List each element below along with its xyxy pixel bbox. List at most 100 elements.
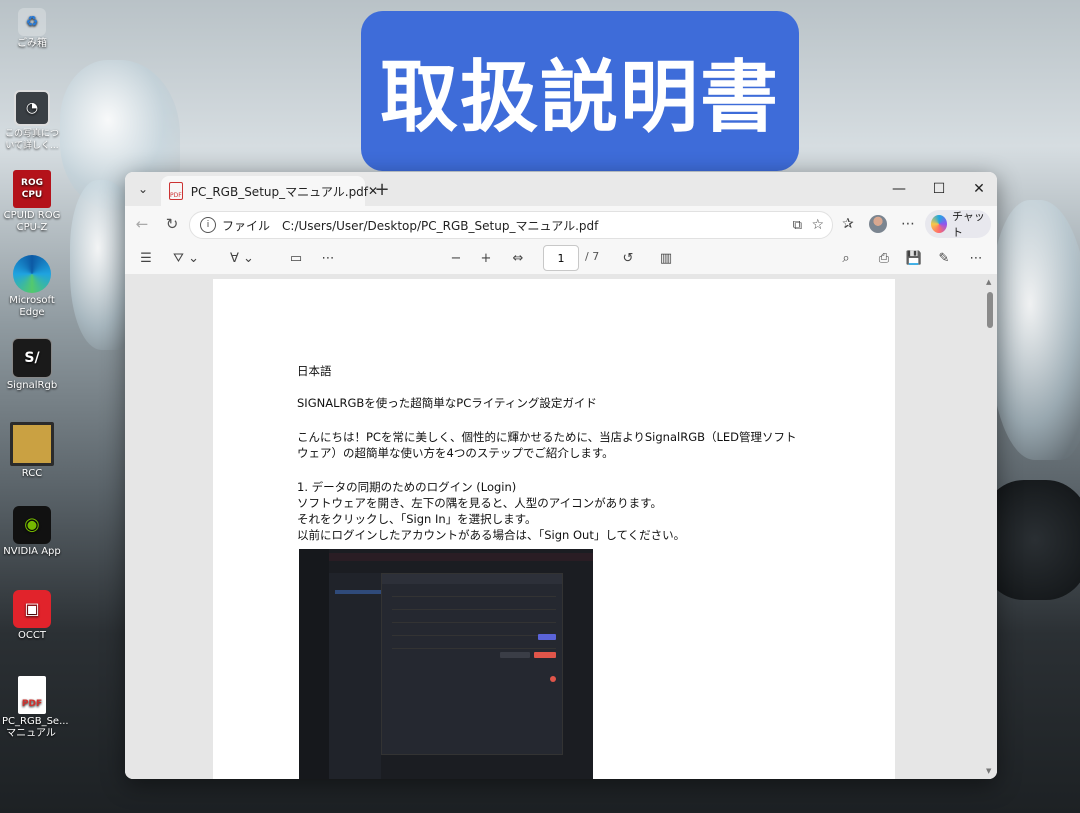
desktop-icon-photo-info[interactable]: ◔ この写真について詳しく... [2, 90, 62, 152]
print-button[interactable]: ⎙ [873, 248, 895, 268]
desktop-icon-label: この写真について詳しく... [4, 129, 59, 151]
favorites-star-icon: ✰ [842, 216, 854, 232]
camera-info-icon: ◔ [14, 90, 50, 126]
doc-title: SIGNALRGBを使った超簡単なPCライティング設定ガイド [297, 396, 597, 410]
desktop-icon-pdf[interactable]: PDF PC_RGB_Se... マニュアル [2, 676, 69, 740]
doc-step1-title: 1. データの同期のためのログイン (Login) [297, 480, 517, 494]
add-text-button[interactable]: ▭ [285, 248, 307, 268]
minus-icon: − [450, 250, 462, 266]
desktop-icon-rcc[interactable]: RCC [2, 422, 62, 480]
page-total: / 7 [585, 250, 600, 263]
nvidia-icon: ◉ [13, 506, 51, 544]
desktop-icon-occt[interactable]: ▣ OCCT [2, 590, 62, 642]
edge-icon [13, 255, 51, 293]
tab-actions-button[interactable]: ⌄ [131, 177, 155, 201]
url-text: C:/Users/User/Desktop/PC_RGB_Setup_マニュアル… [282, 218, 599, 233]
search-icon: ⌕ [842, 250, 850, 266]
draw-button[interactable]: ∀ ⌄ [225, 248, 259, 268]
read-aloud-icon[interactable]: ⧉ [793, 218, 802, 233]
page-number-input[interactable]: 1 [543, 245, 579, 271]
pdf-page: 日本語 SIGNALRGBを使った超簡単なPCライティング設定ガイド こんにちは… [213, 279, 895, 779]
desktop-icon-cpu-z[interactable]: ROG CPU CPUID ROG CPU-Z [2, 170, 62, 234]
copilot-chat-button[interactable]: チャット [925, 210, 991, 239]
pdf-viewer-area[interactable]: 日本語 SIGNALRGBを使った超簡単なPCライティング設定ガイド こんにちは… [125, 274, 997, 779]
manual-title-banner: 取扱説明書 [361, 11, 799, 171]
copilot-icon [931, 215, 947, 233]
fit-width-icon: ⇔ [512, 250, 524, 266]
pdf-toolbar: ☰ ⛛ ⌄ ∀ ⌄ ▭ ⋯ − + ⇔ 1 / 7 ↺ ▥ ⌕ ⎙ 💾 ✎ ⋯ [125, 242, 997, 275]
avatar [869, 215, 887, 233]
highlighter-icon: ⛛ ⌄ [173, 250, 199, 266]
pdf-icon: PDF [169, 182, 183, 200]
back-button[interactable]: ← [131, 213, 153, 235]
favorite-star-icon[interactable]: ☆ [811, 217, 824, 233]
rotate-icon: ↺ [622, 250, 634, 266]
desktop-icon-label: ごみ箱 [17, 38, 47, 49]
close-window-button[interactable]: ✕ [959, 172, 997, 206]
maximize-button[interactable]: ☐ [919, 172, 959, 206]
desktop-icon-signalrgb[interactable]: S/ SignalRgb [2, 338, 62, 392]
info-icon: i [200, 217, 216, 233]
profile-button[interactable] [867, 213, 889, 235]
minimize-button[interactable]: — [879, 172, 919, 206]
desktop-icon-label: SignalRgb [6, 380, 58, 391]
tab-title: PC_RGB_Setup_マニュアル.pdf [190, 184, 369, 199]
page-view-button[interactable]: ▥ [655, 248, 677, 268]
desktop-icon-label: CPUID ROG CPU-Z [3, 210, 61, 233]
more-options-button[interactable]: ⋯ [897, 213, 919, 235]
settings-panel [329, 573, 381, 779]
signalrgb-screenshot [299, 549, 593, 779]
doc-step1-line2: それをクリックし、「Sign In」を選択します。 [297, 512, 537, 526]
signalrgb-icon: S/ [12, 338, 52, 378]
address-bar-row: ← ↻ i ファイル C:/Users/User/Desktop/PC_RGB_… [125, 206, 997, 242]
desktop-icon-label: Microsoft Edge [9, 295, 55, 318]
contents-button[interactable]: ☰ [135, 248, 157, 268]
banner-title: 取扱説明書 [379, 53, 780, 143]
title-bar: ⌄ PDF PC_RGB_Setup_マニュアル.pdf ✕ + — ☐ ✕ [125, 172, 997, 206]
save-as-icon: ✎ [938, 250, 950, 266]
new-tab-button[interactable]: + [371, 178, 393, 200]
more-tools-button[interactable]: ⋯ [317, 248, 339, 268]
save-button[interactable]: 💾 [903, 248, 925, 268]
rcc-icon [10, 422, 54, 466]
chevron-down-icon: ⌄ [137, 182, 149, 196]
fit-page-button[interactable]: ⇔ [507, 248, 529, 268]
doc-intro-line1: こんにちは！PCを常に美しく、個性的に輝かせるために、当店よりSignalRGB… [297, 430, 797, 444]
save-as-button[interactable]: ✎ [933, 248, 955, 268]
search-button[interactable]: ⌕ [835, 248, 857, 268]
doc-step1-line1: ソフトウェアを開き、左下の隅を見ると、人型のアイコンがあります。 [297, 496, 663, 510]
occt-icon: ▣ [13, 590, 51, 628]
doc-intro-line2: ウェア）の超簡単な使い方を4つのステップでご紹介します。 [297, 446, 614, 460]
plus-icon: + [374, 178, 390, 200]
doc-step1-line3: 以前にログインしたアカウントがある場合は、「Sign Out」してください。 [297, 528, 686, 542]
rotate-button[interactable]: ↺ [617, 248, 639, 268]
doc-language: 日本語 [297, 364, 332, 378]
desktop-icon-label: NVIDIA App [3, 546, 61, 557]
print-icon: ⎙ [878, 250, 890, 266]
desktop-icon-label: RCC [21, 468, 43, 479]
account-dialog [381, 573, 563, 755]
pdf-more-button[interactable]: ⋯ [965, 248, 987, 268]
desktop-icon-edge[interactable]: Microsoft Edge [2, 255, 62, 319]
refresh-button[interactable]: ↻ [161, 213, 183, 235]
list-icon: ☰ [140, 250, 152, 266]
scroll-down-icon[interactable]: ▼ [986, 767, 991, 775]
address-bar[interactable]: i ファイル C:/Users/User/Desktop/PC_RGB_Setu… [189, 211, 833, 239]
scroll-up-icon[interactable]: ▲ [986, 278, 991, 286]
chat-label: チャット [952, 210, 985, 239]
tab-pdf[interactable]: PDF PC_RGB_Setup_マニュアル.pdf ✕ [161, 176, 378, 206]
zoom-in-button[interactable]: + [475, 248, 497, 268]
highlight-button[interactable]: ⛛ ⌄ [171, 248, 201, 268]
desktop-icon-label: PC_RGB_Se... マニュアル [2, 716, 69, 739]
zoom-out-button[interactable]: − [445, 248, 467, 268]
desktop-icon-recycle-bin[interactable]: ♻ ごみ箱 [2, 8, 62, 50]
edge-browser-window: ⌄ PDF PC_RGB_Setup_マニュアル.pdf ✕ + — ☐ ✕ ←… [125, 172, 997, 779]
pen-icon: ∀ ⌄ [230, 250, 254, 266]
desktop-icon-nvidia[interactable]: ◉ NVIDIA App [2, 506, 62, 558]
url-scheme: ファイル [222, 218, 271, 233]
text-box-icon: ▭ [289, 250, 303, 266]
scrollbar-thumb[interactable] [987, 292, 993, 328]
favorites-button[interactable]: ✰ [837, 213, 859, 235]
vertical-scrollbar[interactable]: ▲ ▼ [986, 278, 993, 775]
page-view-icon: ▥ [659, 250, 673, 266]
